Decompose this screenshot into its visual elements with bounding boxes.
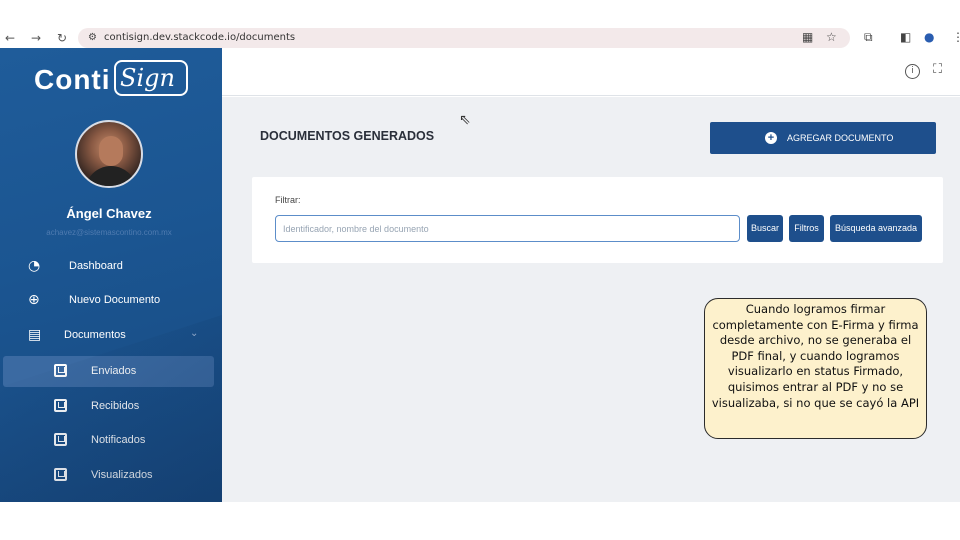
avatar-face [99, 136, 123, 166]
pie-chart-icon: ◔ [28, 258, 41, 274]
submenu-item-enviados[interactable]: Enviados [3, 356, 214, 387]
fullscreen-icon[interactable]: ⛶ [933, 62, 942, 77]
arrow-left-icon[interactable]: ← [5, 28, 15, 48]
info-icon[interactable]: i [905, 64, 920, 79]
profile-icon[interactable]: ● [924, 28, 934, 47]
advanced-search-button[interactable]: Búsqueda avanzada [830, 215, 922, 242]
inbox-icon [54, 364, 67, 377]
add-document-button[interactable]: + AGREGAR DOCUMENTO [710, 122, 936, 154]
submenu-item-notificados[interactable]: Notificados [3, 425, 214, 456]
avatar [75, 120, 143, 188]
inbox-icon [54, 399, 67, 412]
arrow-right-icon[interactable]: → [31, 28, 41, 48]
inbox-icon [54, 468, 67, 481]
extensions-icon[interactable]: ⧉ [864, 28, 873, 47]
document-icon: ▤ [28, 327, 42, 343]
menu-item-nuevo-documento[interactable]: ⊕ Nuevo Documento [0, 285, 222, 317]
avatar-shirt [85, 166, 137, 186]
inbox-icon [54, 433, 67, 446]
search-input[interactable] [275, 215, 740, 242]
annotation-callout: Cuando logramos firmar completamente con… [704, 298, 927, 439]
site-settings-icon[interactable]: ⚙ [88, 28, 97, 47]
url-text[interactable]: contisign.dev.stackcode.io/documents [104, 28, 295, 47]
filter-card: Filtrar: Buscar Filtros Búsqueda avanzad… [252, 177, 943, 263]
chevron-down-icon: ⌄ [190, 328, 199, 339]
sidepanel-icon[interactable]: ◧ [900, 28, 911, 47]
submenu-label: Recibidos [91, 400, 140, 412]
submenu-label: Notificados [91, 434, 146, 446]
translate-icon[interactable]: ▦ [802, 28, 813, 47]
menu-label: Nuevo Documento [69, 294, 161, 306]
reload-icon[interactable]: ↻ [57, 28, 67, 48]
add-document-label: AGREGAR DOCUMENTO [787, 133, 894, 143]
filters-button[interactable]: Filtros [789, 215, 824, 242]
logo-conti: Conti [34, 64, 111, 95]
submenu-item-visualizados[interactable]: Visualizados [3, 460, 214, 491]
mouse-cursor-icon: ⇖ [459, 112, 471, 128]
menu-icon[interactable]: ⋮ [952, 28, 960, 47]
submenu-label: Enviados [91, 365, 137, 377]
logo-sign: Sign [114, 60, 188, 96]
submenu-label: Visualizados [91, 469, 153, 481]
search-button[interactable]: Buscar [747, 215, 783, 242]
sidebar: Conti Sign Ángel Chavez achavez@sistemas… [0, 48, 222, 502]
top-bar: i ⛶ [222, 48, 960, 96]
user-email: achavez@sistemascontino.com.mx [46, 228, 172, 237]
menu-item-dashboard[interactable]: ◔ Dashboard [0, 251, 222, 283]
plus-circle-icon: + [765, 132, 777, 144]
plus-circle-icon: ⊕ [28, 292, 40, 308]
browser-toolbar: ← → ↻ ⚙ contisign.dev.stackcode.io/docum… [0, 28, 960, 48]
page-title: DOCUMENTOS GENERADOS [260, 129, 435, 143]
user-name: Ángel Chavez [66, 206, 152, 221]
filter-label: Filtrar: [275, 195, 301, 205]
menu-item-documentos[interactable]: ▤ Documentos ⌄ [0, 320, 222, 352]
menu-label: Documentos [64, 329, 126, 341]
star-icon[interactable]: ☆ [826, 28, 837, 47]
menu-label: Dashboard [69, 260, 123, 272]
submenu-item-recibidos[interactable]: Recibidos [3, 391, 214, 422]
logo[interactable]: Conti Sign [34, 60, 194, 100]
